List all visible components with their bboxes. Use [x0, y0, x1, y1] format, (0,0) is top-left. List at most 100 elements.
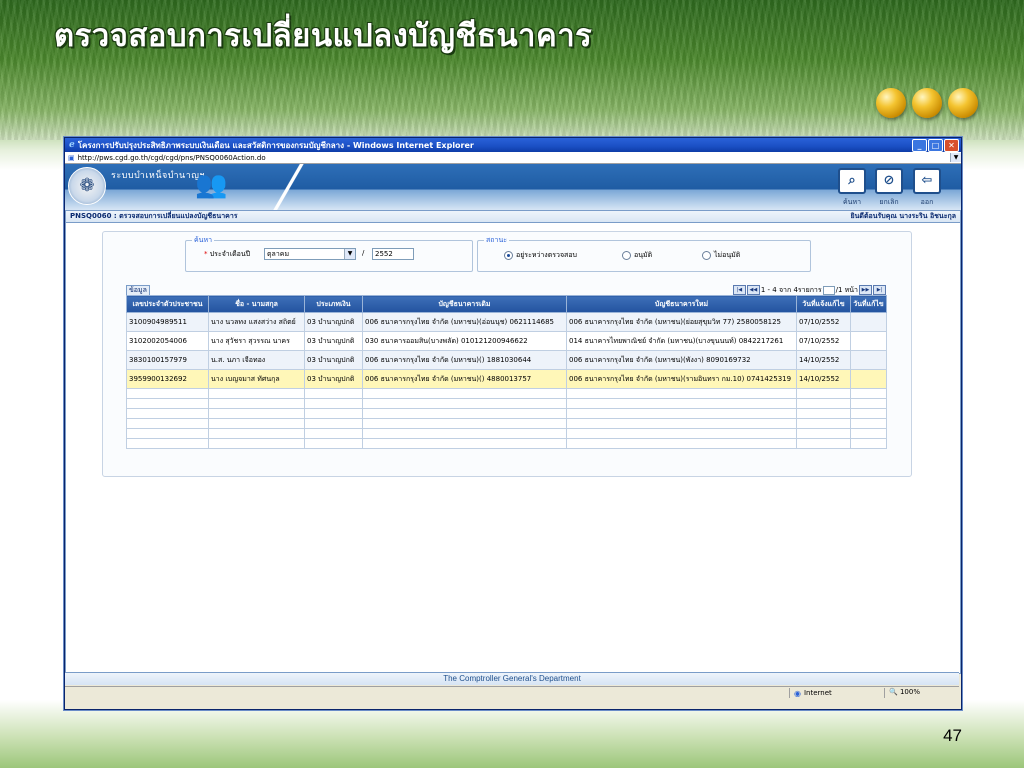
column-header[interactable]: บัญชีธนาคารเดิม — [362, 295, 567, 313]
data-grid: ข้อมูล |◀ ◀◀ 1 - 4 จาก 4รายการ /1 หน้า ▶… — [126, 285, 887, 449]
pager-text: 1 - 4 จาก 4รายการ — [760, 285, 822, 294]
close-button[interactable]: ✕ — [944, 138, 959, 152]
table-cell: นาง สุวัชรา สุวรรณ นาคร — [208, 331, 305, 351]
exit-toolbar-label: ออก — [920, 198, 934, 206]
table-cell: 07/10/2552 — [796, 331, 851, 351]
zoom-level[interactable]: 🔍 100% — [884, 688, 959, 698]
table-cell: 014 ธนาคารไทยพาณิชย์ จำกัด (มหาชน)(บางขุ… — [566, 331, 797, 351]
column-header[interactable]: ชื่อ - นามสกุล — [208, 295, 305, 313]
search-panel: ค้นหา * ประจำเดือนปี ตุลาคม ▼ / 2552 สถา… — [102, 231, 912, 477]
browser-window: ℯ โครงการปรับปรุงประสิทธิภาพระบบเงินเดือ… — [64, 137, 962, 710]
search-toolbar-label: ค้นหา — [842, 198, 861, 206]
exit-icon: ⇦ — [913, 168, 941, 194]
header-swoosh — [265, 164, 315, 210]
cancel-icon: ⊘ — [875, 168, 903, 194]
page-icon: ▣ — [68, 153, 75, 162]
first-page-icon[interactable]: |◀ — [732, 285, 746, 295]
app-header: ❁ ระบบบำเหน็จบำนาญฯ 👥 ⌕ ค้นหา ⊘ ยกเลิก ⇦… — [65, 164, 961, 210]
window-title: โครงการปรับปรุงประสิทธิภาพระบบเงินเดือน … — [77, 140, 474, 150]
maximize-button[interactable]: □ — [928, 138, 943, 152]
zoom-icon: 🔍 — [889, 688, 898, 696]
status-legend: สถานะ — [484, 235, 509, 246]
column-header[interactable]: วันที่แจ้งแก้ไข — [796, 295, 851, 313]
zone-label: Internet — [803, 689, 832, 697]
breadcrumb: PNSQ0060 : ตรวจสอบการเปลี่ยนแปลงบัญชีธนา… — [66, 211, 960, 223]
radio-icon — [622, 251, 631, 260]
people-illustration-icon: 👥 — [195, 170, 228, 200]
required-mark: * — [204, 250, 208, 258]
prev-page-icon[interactable]: ◀◀ — [746, 285, 760, 295]
status-option-label: ไม่อนุมัติ — [714, 251, 741, 259]
column-header[interactable]: บัญชีธนาคารใหม่ — [566, 295, 797, 313]
table-cell: 03 บำนาญปกติ — [304, 369, 363, 389]
table-cell: 030 ธนาคารออมสิน(บางพลัด) 01012120094662… — [362, 331, 567, 351]
table-cell: 006 ธนาคารกรุงไทย จำกัด (มหาชน)() 488001… — [362, 369, 567, 389]
search-legend: ค้นหา — [192, 235, 215, 246]
month-value: ตุลาคม — [267, 250, 290, 258]
last-page-icon[interactable]: ▶| — [873, 285, 886, 295]
status-fieldset: สถานะ อยู่ระหว่างตรวจสอบ อนุมัติ ไม่อนุม… — [477, 235, 811, 272]
ie-icon: ℯ — [69, 140, 75, 150]
table-cell: 3959900132692 — [126, 369, 209, 389]
user-greeting: ยินดีต้อนรับคุณ นางระริน อิชนะกุล — [850, 212, 956, 220]
table-cell — [850, 350, 887, 370]
table-row[interactable]: 3100904989511 นาง นวลทง แสงสว่าง สถิตย์ … — [126, 312, 887, 332]
year-input[interactable]: 2552 — [372, 248, 414, 260]
decorative-orbs — [876, 88, 978, 118]
table-cell: 3100904989511 — [126, 312, 209, 332]
table-cell — [850, 331, 887, 351]
chevron-down-icon[interactable]: ▼ — [344, 249, 355, 259]
tab-data[interactable]: ข้อมูล — [126, 285, 150, 295]
next-page-icon[interactable]: ▶▶ — [859, 285, 872, 295]
table-cell: 03 บำนาญปกติ — [304, 350, 363, 370]
page-input[interactable] — [822, 285, 835, 295]
slide-page-number: 47 — [943, 726, 962, 745]
empty-row — [126, 418, 887, 429]
period-label: * ประจำเดือนปี — [204, 249, 250, 260]
page-code-title: PNSQ0060 : ตรวจสอบการเปลี่ยนแปลงบัญชีธนา… — [70, 212, 238, 220]
table-cell: 006 ธนาคารกรุงไทย จำกัด (มหาชน)(รามอินทร… — [566, 369, 797, 389]
column-header[interactable]: ประเภทเงิน — [304, 295, 363, 313]
column-header[interactable]: วันที่แก้ไข — [850, 295, 887, 313]
main-content: PNSQ0060 : ตรวจสอบการเปลี่ยนแปลงบัญชีธนา… — [65, 210, 961, 674]
status-radio-approved[interactable]: อนุมัติ — [622, 250, 652, 261]
globe-icon: ◉ — [794, 688, 801, 698]
security-zone: ◉ Internet — [789, 688, 884, 698]
browser-statusbar: ◉ Internet 🔍 100% — [65, 686, 959, 699]
search-fieldset: ค้นหา * ประจำเดือนปี ตุลาคม ▼ / 2552 — [185, 235, 473, 272]
table-row[interactable]: 3102002054006 นาง สุวัชรา สุวรรณ นาคร 03… — [126, 331, 887, 351]
table-cell: นาง นวลทง แสงสว่าง สถิตย์ — [208, 312, 305, 332]
cancel-toolbar-button[interactable]: ⊘ ยกเลิก — [875, 168, 903, 208]
status-radio-rejected[interactable]: ไม่อนุมัติ — [702, 250, 740, 261]
search-toolbar-button[interactable]: ⌕ ค้นหา — [838, 168, 866, 208]
address-bar[interactable]: ▣ http://pws.cgd.go.th/cgd/cgd/pns/PNSQ0… — [65, 152, 961, 164]
status-radio-pending[interactable]: อยู่ระหว่างตรวจสอบ — [504, 250, 577, 261]
table-cell: 03 บำนาญปกติ — [304, 312, 363, 332]
empty-row — [126, 428, 887, 439]
address-url[interactable]: http://pws.cgd.go.th/cgd/cgd/pns/PNSQ006… — [78, 154, 950, 162]
table-cell: 07/10/2552 — [796, 312, 851, 332]
table-row[interactable]: 3830100157979 น.ส. นภา เจือทอง 03 บำนาญป… — [126, 350, 887, 370]
exit-toolbar-button[interactable]: ⇦ ออก — [913, 168, 941, 208]
table-cell: 14/10/2552 — [796, 350, 851, 370]
table-row-selected[interactable]: 3959900132692 นาง เบญจมาส ทัศนกุล 03 บำน… — [126, 369, 887, 389]
table-cell: 006 ธนาคารกรุงไทย จำกัด (มหาชน)(ย่อยสุขุ… — [566, 312, 797, 332]
gold-orb-icon — [876, 88, 906, 118]
period-separator: / — [362, 249, 365, 257]
table-cell: น.ส. นภา เจือทอง — [208, 350, 305, 370]
table-cell: 03 บำนาญปกติ — [304, 331, 363, 351]
account-change-table: เลขประจำตัวประชาชน ชื่อ - นามสกุล ประเภท… — [126, 295, 887, 449]
month-select[interactable]: ตุลาคม ▼ — [264, 248, 356, 260]
table-header-row: เลขประจำตัวประชาชน ชื่อ - นามสกุล ประเภท… — [126, 295, 887, 313]
address-dropdown-icon[interactable]: ▼ — [950, 153, 961, 162]
window-titlebar: ℯ โครงการปรับปรุงประสิทธิภาพระบบเงินเดือ… — [65, 138, 961, 152]
table-cell: 006 ธนาคารกรุงไทย จำกัด (มหาชน)(อ่อนนุช)… — [362, 312, 567, 332]
minimize-button[interactable]: _ — [912, 138, 927, 152]
table-cell — [850, 312, 887, 332]
grid-toolbar: ข้อมูล |◀ ◀◀ 1 - 4 จาก 4รายการ /1 หน้า ▶… — [126, 285, 886, 295]
empty-row — [126, 398, 887, 409]
empty-row — [126, 388, 887, 399]
gold-orb-icon — [948, 88, 978, 118]
column-header[interactable]: เลขประจำตัวประชาชน — [126, 295, 209, 313]
footer-department: The Comptroller General's Department — [65, 672, 959, 685]
